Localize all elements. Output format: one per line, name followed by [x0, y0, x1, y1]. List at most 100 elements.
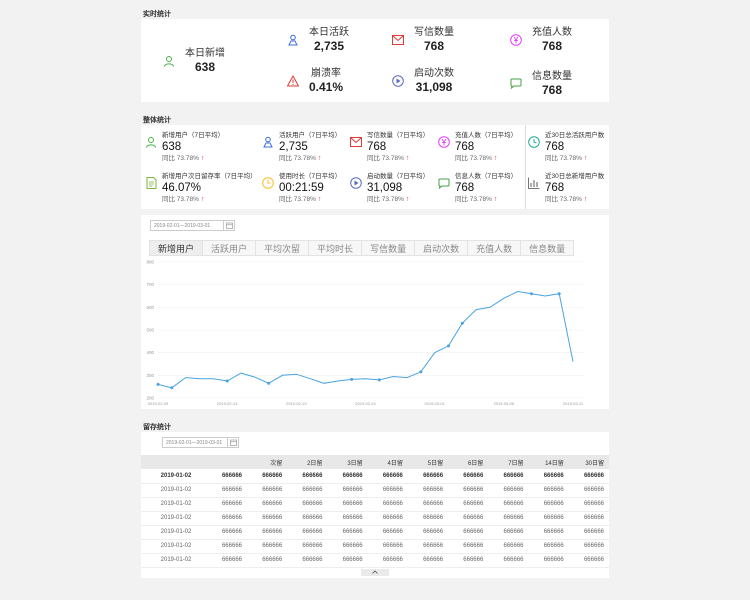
table-cell: 666666: [367, 539, 408, 554]
table-cell: 666666: [488, 511, 529, 526]
table-cell: 666666: [568, 483, 609, 498]
overall-title: 整体统计: [143, 117, 171, 124]
table-cell: 666666: [247, 511, 288, 526]
table-row: 2019-01-02 666666 666666 666666 666666 666666…: [141, 525, 609, 540]
ov-value: 00:21:59: [279, 182, 324, 194]
user-icon: [163, 55, 175, 67]
up-arrow-icon: ↑: [317, 196, 322, 203]
chart-icon: [528, 177, 540, 189]
ov-compare: 同比 73.78% ↑: [455, 155, 498, 162]
stat-label: 启动次数: [414, 68, 454, 79]
table-cell: 666666: [488, 525, 529, 540]
table-cell: 666666: [211, 469, 247, 484]
tab-avg-duration[interactable]: 平均时长: [309, 240, 363, 256]
table-row: 2019-01-02 666666 666666 666666 666666 666666…: [141, 469, 609, 484]
overall-card: 新增用户（7日平均） 638 同比 73.78% ↑ 活跃用户（7日平均） 2,735 同…: [141, 125, 609, 209]
x-tick-label: 2019-03-01: [424, 401, 445, 406]
trend-date-range[interactable]: 2019-02-01—2019-03-01: [150, 220, 235, 231]
table-cell: 666666: [287, 469, 328, 484]
table-cell: 666666: [407, 469, 449, 484]
y-tick-label: 600: [146, 305, 154, 310]
yen-icon: [438, 136, 450, 148]
tab-mail-count[interactable]: 写信数量: [362, 240, 416, 256]
retention-date-range[interactable]: 2019-02-01—2019-03-01: [162, 437, 239, 448]
up-arrow-icon: ↑: [583, 155, 588, 162]
message-icon: [438, 177, 450, 189]
ov-compare: 同比 73.78% ↑: [279, 155, 322, 162]
y-tick-label: 800: [146, 260, 154, 265]
up-arrow-icon: ↑: [200, 196, 205, 203]
table-cell: 666666: [528, 553, 569, 568]
stat-label: 信息数量: [532, 71, 572, 82]
active-user-icon: [287, 34, 299, 46]
ov-compare: 同比 73.78% ↑: [455, 196, 498, 203]
table-cell: 666666: [448, 525, 489, 540]
table-cell: 666666: [448, 497, 489, 512]
stat-label: 本日活跃: [309, 27, 349, 38]
table-cell: 666666: [211, 539, 247, 554]
retention-title: 留存统计: [143, 424, 171, 431]
table-cell: 666666: [448, 539, 489, 554]
column-header: 30日留: [568, 455, 609, 469]
table-cell: 666666: [287, 483, 328, 498]
tab-new-users[interactable]: 新增用户: [149, 240, 204, 256]
up-arrow-icon: ↑: [493, 155, 498, 162]
timer-icon: [262, 177, 274, 189]
tab-message-count[interactable]: 信息数量: [521, 240, 575, 256]
table-cell: 666666: [247, 497, 288, 512]
table-cell: 666666: [407, 539, 449, 554]
table-cell: 666666: [327, 483, 368, 498]
row-date-cell: 2019-01-02: [141, 553, 211, 568]
tab-active-users[interactable]: 活跃用户: [203, 240, 257, 256]
up-arrow-icon: ↑: [317, 155, 322, 162]
metric-tabs: 新增用户 活跃用户 平均次留 平均时长 写信数量 启动次数 充值人数 信息数量: [149, 240, 575, 256]
table-cell: 666666: [568, 553, 609, 568]
ov-label: 新增用户次日留存率（7日平均）: [162, 173, 257, 180]
data-point: [267, 381, 271, 385]
table-cell: 666666: [211, 511, 247, 526]
table-cell: 666666: [568, 497, 609, 512]
data-point: [170, 386, 174, 390]
tab-recharge-users[interactable]: 充值人数: [468, 240, 522, 256]
realtime-title: 实时统计: [143, 11, 171, 18]
column-header: 14日留: [528, 455, 569, 469]
table-cell: 666666: [247, 483, 288, 498]
tab-launch-count[interactable]: 启动次数: [415, 240, 469, 256]
table-cell: 666666: [367, 483, 408, 498]
data-point: [460, 321, 464, 325]
table-cell: 666666: [528, 469, 569, 484]
table-cell: 666666: [528, 483, 569, 498]
calendar-icon[interactable]: [227, 438, 238, 447]
stat-today-active: 本日活跃 2,735: [287, 26, 349, 53]
table-cell: 666666: [327, 511, 368, 526]
stat-label: 充值人数: [532, 27, 572, 38]
column-header: 4日留: [367, 455, 408, 469]
tab-avg-retention[interactable]: 平均次留: [256, 240, 310, 256]
ov-value: 768: [545, 141, 565, 153]
data-point: [530, 292, 533, 296]
data-point: [377, 378, 381, 382]
table-cell: 666666: [327, 539, 368, 554]
calendar-icon[interactable]: [223, 221, 234, 230]
x-tick-label: 2019-02-24: [355, 401, 376, 406]
stat-value: 0.41%: [309, 80, 344, 94]
table-cell: 666666: [488, 553, 529, 568]
message-icon: [510, 78, 522, 90]
collapse-button[interactable]: [361, 569, 389, 576]
y-tick-label: 300: [146, 373, 154, 378]
table-cell: 666666: [448, 553, 489, 568]
table-cell: 666666: [528, 525, 569, 540]
active-user-icon: [262, 136, 274, 148]
y-tick-label: 400: [146, 350, 154, 355]
ov-label: 充值人数（7日平均）: [455, 132, 518, 139]
table-cell: 666666: [327, 497, 368, 512]
table-cell: 666666: [287, 497, 328, 512]
ov-value: 768: [455, 182, 475, 194]
table-cell: 666666: [528, 539, 569, 554]
table-cell: 666666: [488, 469, 529, 484]
ov-usage-time: 使用时长（7日平均） 00:21:59 同比 73.78% ↑: [262, 172, 341, 204]
stat-value: 768: [541, 83, 563, 97]
ov-30d-new: 近30日总新增用户数 768 同比 73.78% ↑: [528, 172, 604, 204]
user-icon: [145, 136, 157, 148]
ov-mail-count: 写信数量（7日平均） 768 同比 73.78% ↑: [350, 131, 429, 163]
